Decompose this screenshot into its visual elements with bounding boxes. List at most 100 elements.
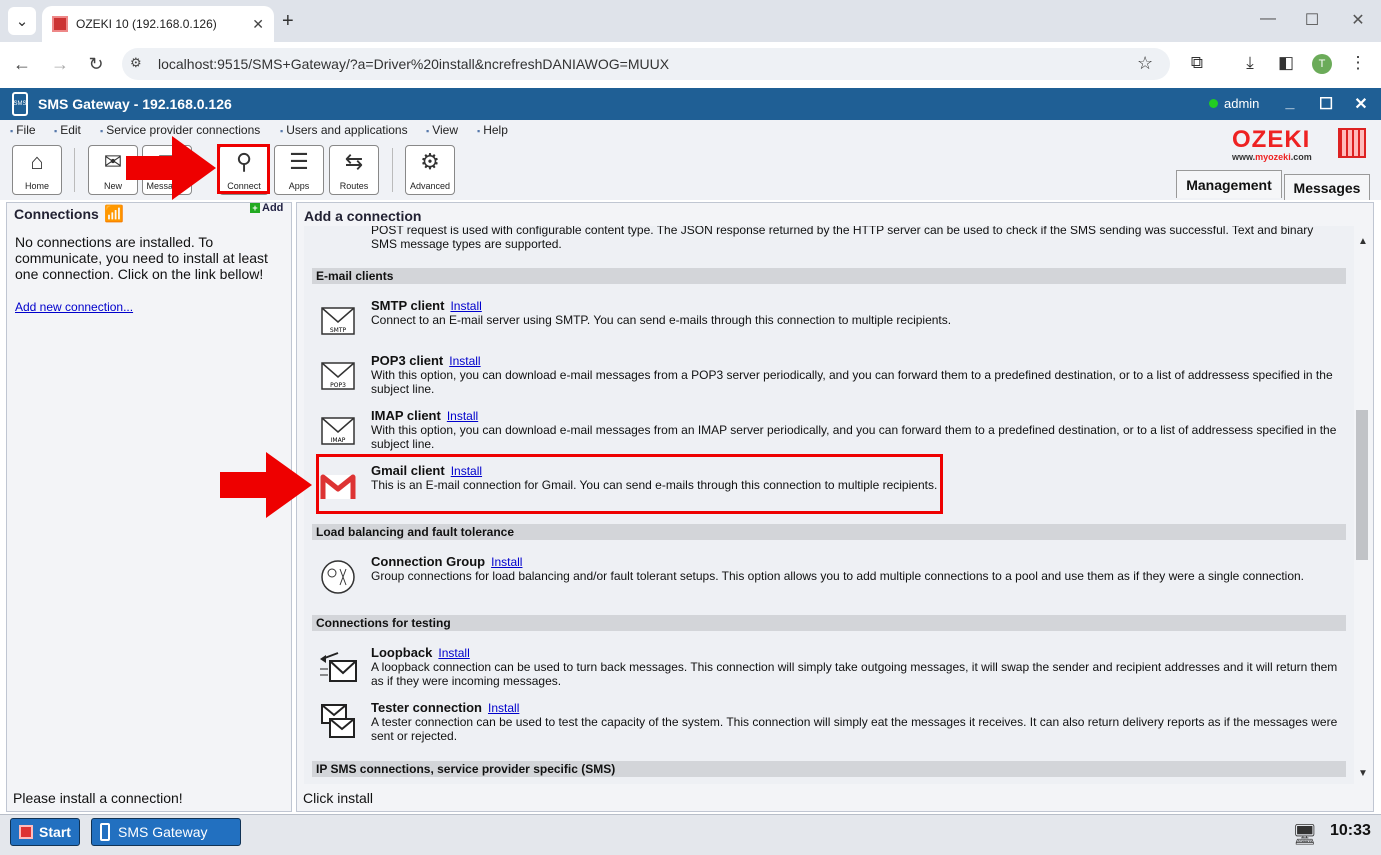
app-close-icon[interactable]: ✕ bbox=[1351, 94, 1371, 114]
app-maximize-icon[interactable]: ☐ bbox=[1316, 94, 1336, 114]
logo-url: www.myozeki.com bbox=[1232, 152, 1312, 162]
app-title-bar: SMS SMS Gateway - 192.168.0.126 bbox=[0, 88, 1381, 120]
smtp-envelope-icon: SMTP bbox=[318, 302, 358, 340]
new-tab-plus-icon[interactable]: + bbox=[282, 10, 294, 33]
menu-view[interactable]: View bbox=[426, 123, 458, 137]
pop3-client-desc: With this option, you can download e-mai… bbox=[371, 368, 1333, 396]
app-title: SMS Gateway - 192.168.0.126 bbox=[38, 96, 232, 112]
add-connection-button[interactable]: + Add bbox=[250, 202, 283, 214]
bookmark-star-icon[interactable]: ☆ bbox=[1137, 53, 1153, 74]
side-panel-icon[interactable]: ◧ bbox=[1274, 53, 1298, 73]
advanced-label: Advanced bbox=[409, 181, 451, 191]
maximize-window-icon[interactable]: ☐ bbox=[1300, 10, 1324, 30]
minimize-window-icon[interactable]: — bbox=[1256, 10, 1280, 28]
loopback-desc: A loopback connection can be used to tur… bbox=[371, 660, 1338, 688]
tab-messages[interactable]: Messages bbox=[1284, 174, 1370, 200]
smtp-client-desc: Connect to an E-mail server using SMTP. … bbox=[371, 313, 952, 327]
section-email-clients: E-mail clients bbox=[312, 268, 1346, 284]
menu-users-and-applications[interactable]: Users and applications bbox=[280, 123, 407, 137]
profile-avatar[interactable]: T bbox=[1312, 54, 1332, 74]
logo-text: OZEKI bbox=[1232, 126, 1311, 153]
list-scrollbar[interactable]: ▲ ▼ bbox=[1354, 232, 1370, 784]
new-label: New bbox=[103, 181, 122, 191]
home-icon: ⌂ bbox=[30, 149, 44, 174]
menu-help[interactable]: Help bbox=[477, 123, 508, 137]
tab-list-chevron-icon[interactable]: ⌄ bbox=[8, 7, 36, 35]
taskbar-app-label: SMS Gateway bbox=[118, 824, 208, 840]
logo-grid-icon bbox=[1338, 128, 1366, 158]
online-status-icon bbox=[1209, 99, 1218, 108]
tester-connection-item: Tester connection Install A tester connec… bbox=[371, 700, 1346, 744]
taskbar-sms-gateway[interactable]: SMS Gateway bbox=[91, 818, 241, 846]
imap-client-item: IMAP client Install With this option, you… bbox=[371, 409, 1346, 452]
loopback-item: Loopback Install A loopback connection ca… bbox=[371, 645, 1346, 689]
site-settings-icon[interactable]: ⚙ bbox=[130, 55, 148, 73]
forward-arrow-icon[interactable]: → bbox=[48, 54, 72, 75]
phone-icon: SMS bbox=[12, 92, 28, 116]
connection-group-icon bbox=[318, 558, 358, 596]
scroll-thumb[interactable] bbox=[1356, 410, 1368, 560]
pop3-install-link[interactable]: Install bbox=[449, 354, 480, 368]
apps-button[interactable]: ☰ Apps bbox=[274, 145, 324, 195]
reload-icon[interactable]: ↻ bbox=[84, 54, 108, 75]
loopback-install-link[interactable]: Install bbox=[438, 646, 469, 660]
back-arrow-icon[interactable]: ← bbox=[10, 54, 34, 75]
menu-edit[interactable]: Edit bbox=[54, 123, 81, 137]
connections-antenna-icon: 📶 bbox=[104, 206, 124, 223]
section-testing: Connections for testing bbox=[312, 615, 1346, 631]
app-minimize-icon[interactable]: _ bbox=[1280, 94, 1300, 112]
svg-text:IMAP: IMAP bbox=[331, 437, 346, 444]
menu-file[interactable]: File bbox=[10, 123, 35, 137]
new-message-icon: ✉ bbox=[103, 149, 123, 174]
tab-close-icon[interactable]: ✕ bbox=[252, 16, 264, 33]
start-label: Start bbox=[39, 824, 71, 840]
right-status-text: Click install bbox=[303, 790, 374, 806]
start-grid-icon bbox=[19, 825, 34, 839]
tester-install-link[interactable]: Install bbox=[488, 701, 519, 715]
menu-service-provider-connections[interactable]: Service provider connections bbox=[100, 123, 260, 137]
loopback-name: Loopback bbox=[371, 645, 433, 660]
connection-group-item: Connection Group Install Group connection… bbox=[371, 554, 1346, 584]
cut-off-description: POST request is used with configurable c… bbox=[371, 226, 1346, 251]
pop3-client-item: POP3 client Install With this option, you… bbox=[371, 353, 1346, 397]
close-window-icon[interactable]: ✕ bbox=[1346, 10, 1370, 30]
home-button[interactable]: ⌂ Home bbox=[12, 145, 62, 195]
routes-button[interactable]: ⇆ Routes bbox=[329, 145, 379, 195]
add-new-connection-link[interactable]: Add new connection... bbox=[15, 300, 133, 314]
smtp-client-name: SMTP client bbox=[371, 298, 445, 313]
tester-connection-name: Tester connection bbox=[371, 700, 483, 715]
database-icon: ☰ bbox=[289, 149, 309, 174]
connections-title: Connections bbox=[14, 206, 99, 222]
browser-menu-icon[interactable]: ⋮ bbox=[1346, 53, 1370, 73]
gmail-highlight-box bbox=[316, 454, 943, 514]
pop3-client-name: POP3 client bbox=[371, 353, 444, 368]
connection-group-install-link[interactable]: Install bbox=[491, 555, 522, 569]
svg-text:POP3: POP3 bbox=[330, 382, 346, 389]
url-input[interactable]: localhost:9515/SMS+Gateway/?a=Driver%20i… bbox=[122, 48, 1170, 80]
tab-management[interactable]: Management bbox=[1176, 170, 1282, 198]
browser-tab[interactable]: OZEKI 10 (192.168.0.126) ✕ bbox=[42, 6, 274, 42]
user-status[interactable]: admin bbox=[1209, 96, 1259, 111]
scroll-up-icon[interactable]: ▲ bbox=[1358, 236, 1368, 247]
clock: 10:33 bbox=[1330, 822, 1371, 839]
gear-icon: ⚙ bbox=[420, 149, 440, 174]
tab-title: OZEKI 10 (192.168.0.126) bbox=[76, 17, 217, 31]
signpost-icon: ⇆ bbox=[344, 149, 364, 174]
extensions-icon[interactable]: ⧉ bbox=[1185, 53, 1209, 73]
toolbar-separator bbox=[392, 148, 393, 192]
red-arrow-gmail-icon bbox=[220, 452, 312, 518]
connect-highlight-box bbox=[217, 144, 270, 194]
connection-group-name: Connection Group bbox=[371, 554, 486, 569]
start-button[interactable]: Start bbox=[10, 818, 80, 846]
download-icon[interactable]: ⤓ bbox=[1238, 53, 1262, 73]
add-connection-title: Add a connection bbox=[304, 208, 422, 224]
loopback-icon bbox=[318, 648, 358, 686]
advanced-button[interactable]: ⚙ Advanced bbox=[405, 145, 455, 195]
scroll-down-icon[interactable]: ▼ bbox=[1358, 768, 1368, 779]
imap-envelope-icon: IMAP bbox=[318, 412, 358, 450]
imap-install-link[interactable]: Install bbox=[447, 409, 478, 423]
plus-icon: + bbox=[250, 203, 260, 213]
monitor-icon[interactable]: 🖥 bbox=[1292, 822, 1317, 847]
apps-label: Apps bbox=[288, 181, 310, 191]
smtp-install-link[interactable]: Install bbox=[450, 299, 481, 313]
